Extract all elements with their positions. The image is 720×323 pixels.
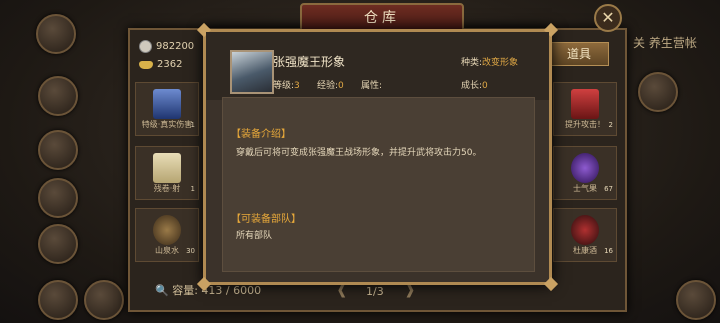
slot-label: 提升攻击！ xyxy=(565,120,605,129)
exp-value: 0 xyxy=(338,81,344,91)
slot-count: 1 xyxy=(190,121,195,129)
intro-text: 穿戴后可将可变成张强魔王战场形象，并提升武将攻击力50。 xyxy=(236,148,482,158)
inventory-slot[interactable]: 1 残卷·射 xyxy=(135,146,199,200)
silver-value: 982200 xyxy=(156,41,195,52)
inventory-slot[interactable]: 16 杜康酒 xyxy=(553,208,617,262)
search-icon: 🔍 xyxy=(155,284,169,297)
inventory-slot[interactable]: 30 山泉水 xyxy=(135,208,199,262)
slot-label: 特级·真实伤害 xyxy=(141,120,193,129)
silver-coin-icon xyxy=(139,40,152,53)
slot-count: 16 xyxy=(604,247,613,255)
slot-count: 2 xyxy=(608,121,613,129)
attack-book-icon xyxy=(571,89,599,119)
attr-label: 属性: xyxy=(361,81,383,91)
item-level: 等级:3 xyxy=(273,78,300,91)
side-menu-button-2[interactable] xyxy=(38,130,78,170)
side-menu-button-5[interactable] xyxy=(38,280,78,320)
hero-portrait-icon xyxy=(230,50,274,94)
side-menu-button-4[interactable] xyxy=(38,224,78,264)
slot-count: 67 xyxy=(604,185,613,193)
side-menu-button-6[interactable] xyxy=(84,280,124,320)
growth-value: 0 xyxy=(482,81,488,91)
morale-fruit-icon xyxy=(571,153,599,183)
growth-label: 成长: xyxy=(461,81,483,91)
side-menu-button-1[interactable] xyxy=(38,76,78,116)
parchment-icon xyxy=(153,153,181,183)
side-menu-button-3[interactable] xyxy=(38,178,78,218)
water-jar-icon xyxy=(153,215,181,245)
type-value: 改变形象 xyxy=(482,58,519,68)
background-top-right-text: 关 养生营帐 xyxy=(633,36,697,50)
item-growth: 成长:0 xyxy=(461,78,488,91)
item-detail-popup: 张强魔王形象 种类:改变形象 等级:3 经验:0 属性: 成长:0 【装备介绍】… xyxy=(196,22,559,292)
gold-counter: 2362 xyxy=(139,59,182,70)
silver-counter: 982200 xyxy=(139,40,194,53)
intro-title: 【装备介绍】 xyxy=(231,129,291,140)
inventory-slot[interactable]: 2 提升攻击！ xyxy=(553,82,617,136)
pause-button[interactable] xyxy=(676,280,716,320)
close-button[interactable]: ✕ xyxy=(594,4,622,32)
troops-text: 所有部队 xyxy=(236,231,273,241)
slot-count: 30 xyxy=(186,247,195,255)
avatar[interactable] xyxy=(36,14,76,54)
exp-label: 经验: xyxy=(317,81,339,91)
page-indicator: 1/3 xyxy=(366,285,384,298)
capacity-label: 容量: xyxy=(172,284,198,297)
item-name: 张强魔王形象 xyxy=(273,55,346,69)
inventory-slot[interactable]: 67 士气果 xyxy=(553,146,617,200)
slot-count: 1 xyxy=(190,185,195,193)
type-label: 种类: xyxy=(461,58,483,68)
level-label: 等级: xyxy=(273,81,295,91)
description-panel: 【装备介绍】 穿戴后可将可变成张强魔王战场形象，并提升武将攻击力50。 【可装备… xyxy=(222,97,535,272)
troops-title: 【可装备部队】 xyxy=(231,214,301,225)
wine-jar-icon xyxy=(571,215,599,245)
gold-value: 2362 xyxy=(157,59,183,70)
item-type: 种类:改变形象 xyxy=(461,55,518,68)
tab-items[interactable]: 道具 xyxy=(549,42,609,66)
scroll-icon xyxy=(153,89,181,119)
level-value: 3 xyxy=(294,81,300,91)
item-exp: 经验:0 xyxy=(317,78,344,91)
capacity-value: 413 / 6000 xyxy=(201,284,262,297)
inventory-slot[interactable]: 1 特级·真实伤害 xyxy=(135,82,199,136)
gold-ingot-icon xyxy=(139,60,153,69)
right-menu-button-1[interactable] xyxy=(638,72,678,112)
item-attr: 属性: xyxy=(361,78,382,91)
slot-label: 残卷·射 xyxy=(153,184,181,193)
close-icon: ✕ xyxy=(601,8,615,27)
